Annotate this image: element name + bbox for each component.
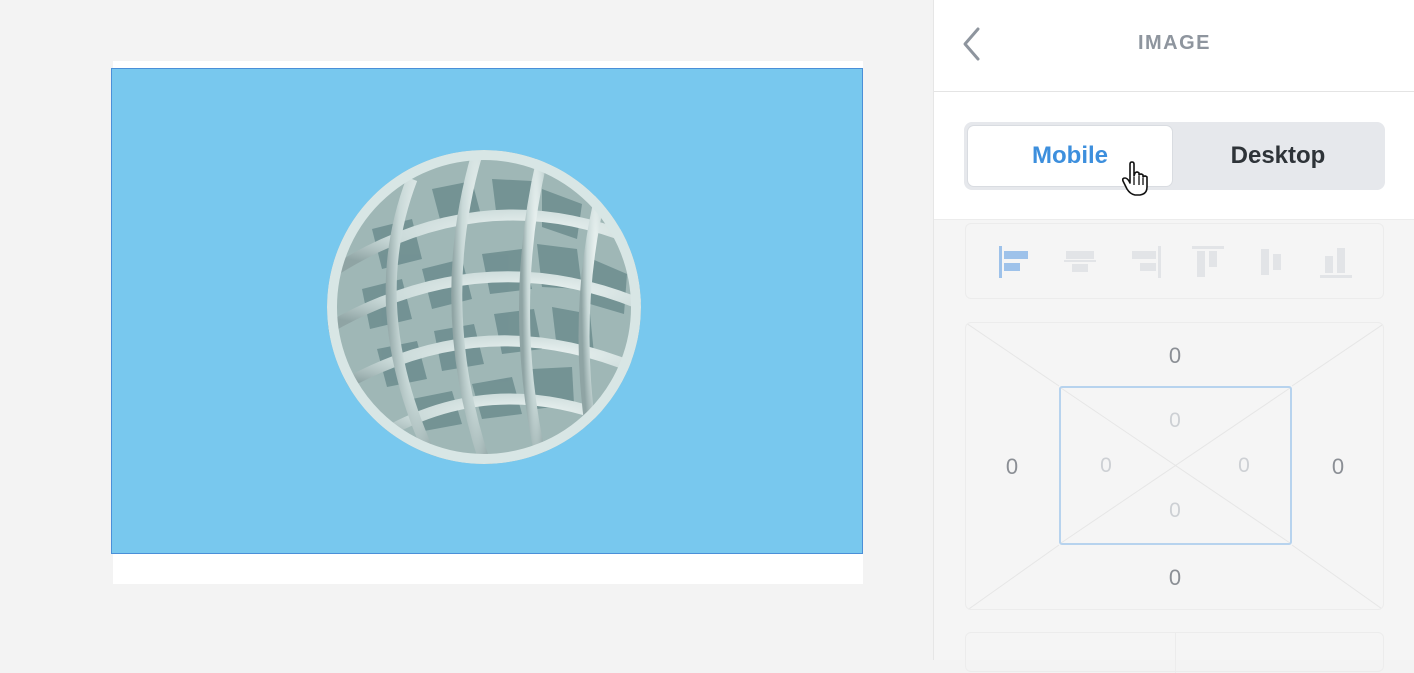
spacing-editor: 0 0 0 0 0 0 0 0: [965, 322, 1384, 610]
margin-bottom-value[interactable]: 0: [1155, 565, 1195, 591]
align-middle-v-icon[interactable]: [1252, 242, 1292, 282]
panel-header: IMAGE: [934, 0, 1414, 92]
margin-top-value[interactable]: 0: [1155, 343, 1195, 369]
wireframe-sphere-image: [327, 150, 641, 464]
next-controls-section: [965, 632, 1384, 673]
align-right-icon[interactable]: [1124, 242, 1164, 282]
align-center-h-icon[interactable]: [1060, 242, 1100, 282]
padding-left-value[interactable]: 0: [1086, 454, 1126, 478]
hand-pointer-cursor-icon: [1121, 161, 1148, 196]
editor-canvas: [0, 0, 933, 660]
selected-image-block[interactable]: [111, 68, 863, 554]
margin-left-value[interactable]: 0: [992, 454, 1032, 480]
desktop-tab[interactable]: Desktop: [1176, 126, 1380, 186]
align-bottom-icon[interactable]: [1316, 242, 1356, 282]
align-top-icon[interactable]: [1188, 242, 1228, 282]
padding-top-value[interactable]: 0: [1155, 409, 1195, 433]
margin-right-value[interactable]: 0: [1318, 454, 1358, 480]
properties-panel: IMAGE Mobile Desktop 0 0 0 0 0 0 0 0: [933, 0, 1414, 673]
device-toggle: Mobile Desktop: [964, 122, 1385, 190]
device-toggle-section: Mobile Desktop: [934, 92, 1414, 220]
alignment-toolbar: [965, 223, 1384, 299]
align-left-icon[interactable]: [996, 242, 1036, 282]
padding-bottom-value[interactable]: 0: [1155, 499, 1195, 523]
padding-right-value[interactable]: 0: [1224, 454, 1264, 478]
panel-title: IMAGE: [1137, 32, 1212, 54]
divider: [1175, 633, 1176, 673]
